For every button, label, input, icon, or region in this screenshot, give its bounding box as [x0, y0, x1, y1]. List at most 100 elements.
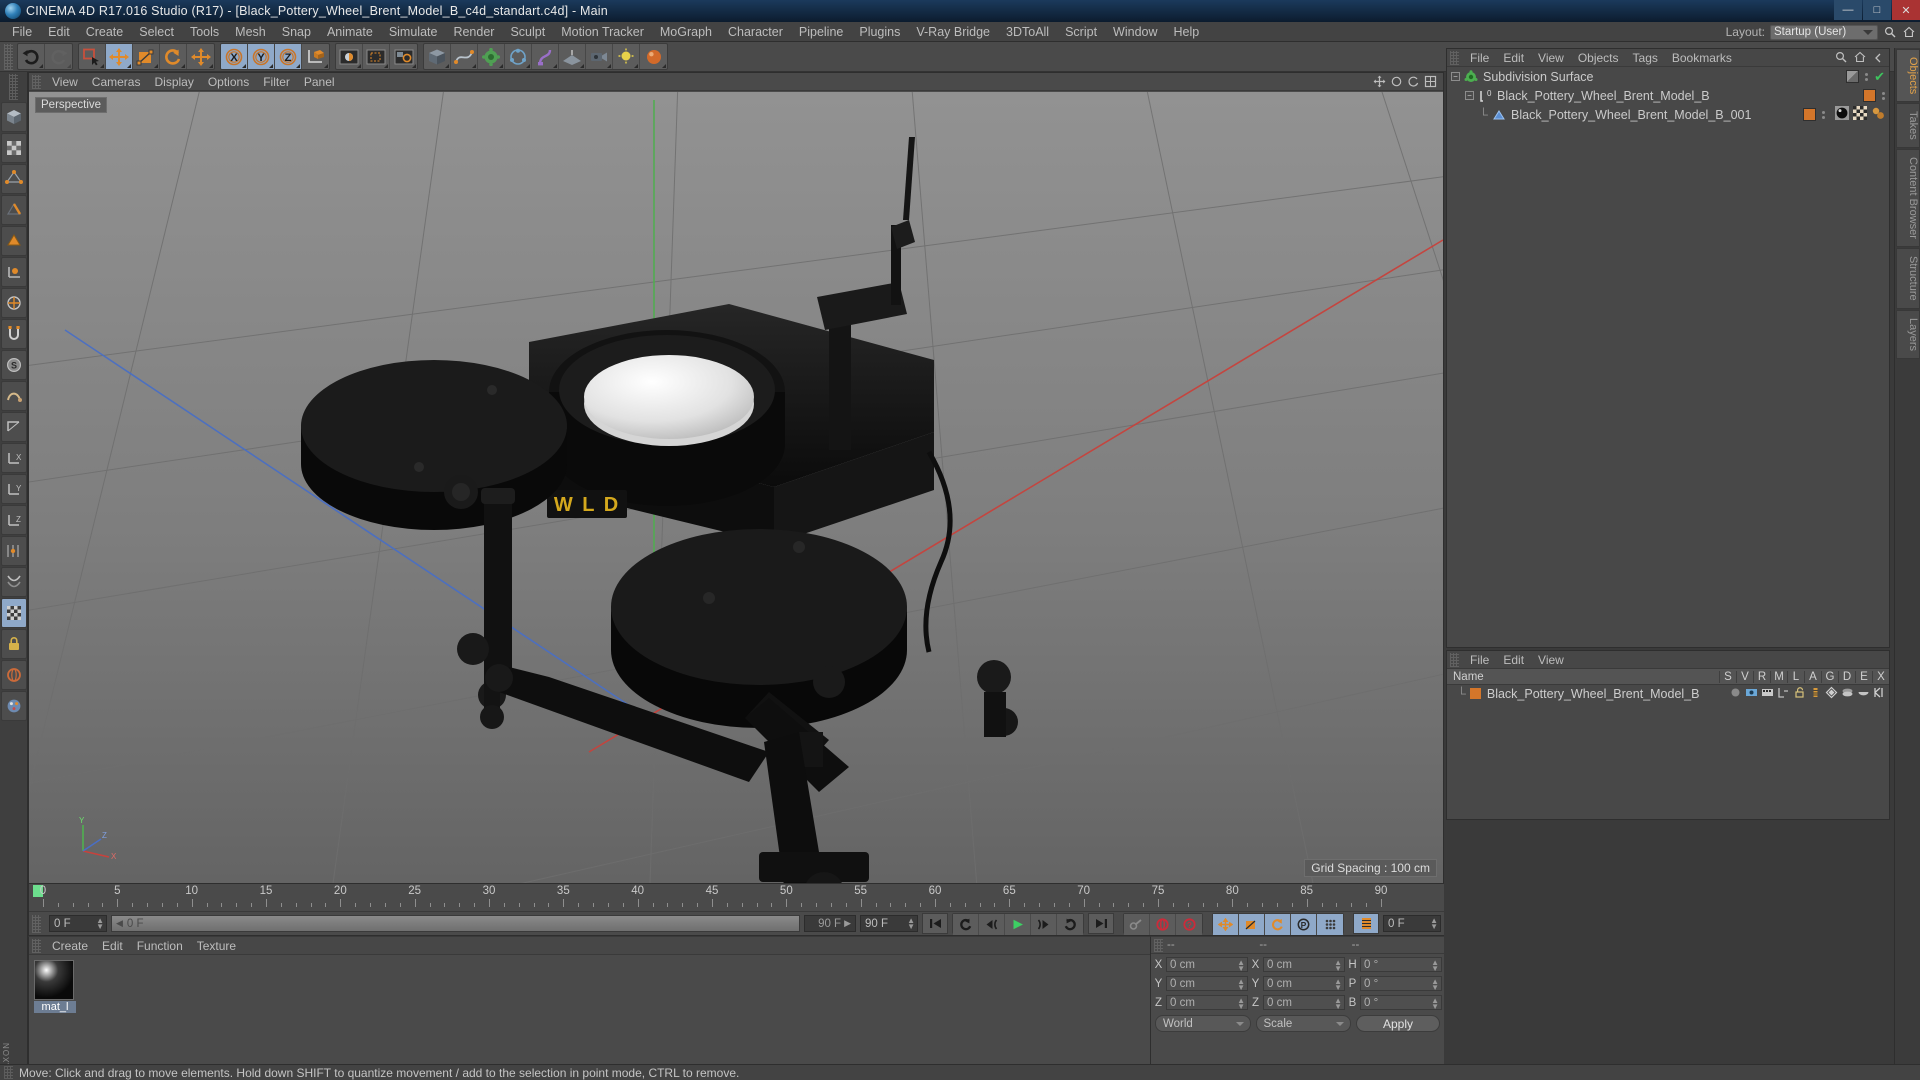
stepper-icon[interactable]: ▲ ▼ [1237, 997, 1245, 1011]
position-x-field[interactable]: 0 cm ▲ ▼ [1166, 957, 1248, 973]
go-to-end-icon[interactable] [1088, 913, 1114, 934]
menu-tools[interactable]: Tools [182, 23, 227, 41]
scale-tool-icon[interactable] [133, 44, 160, 69]
attribute-menu-grip[interactable] [1450, 652, 1459, 667]
size-x-field[interactable]: 0 cm ▲ ▼ [1263, 957, 1345, 973]
previous-frame-icon[interactable] [979, 914, 1005, 935]
minimize-button[interactable]: — [1834, 0, 1862, 20]
render-toggle-icon[interactable] [1761, 686, 1774, 702]
viewport-3d-canvas[interactable]: W L D Perspective Grid Spacing: 100 cm … [29, 92, 1443, 883]
material-menu-texture[interactable]: Texture [190, 937, 243, 955]
menu-mograph[interactable]: MoGraph [652, 23, 720, 41]
uvw-tag[interactable] [1853, 106, 1867, 123]
rotate-tool-icon[interactable] [160, 44, 187, 69]
menu-3dtoall[interactable]: 3DToAll [998, 23, 1057, 41]
stepper-icon[interactable]: ▲ ▼ [1431, 997, 1439, 1011]
stepper-icon[interactable]: ▲ ▼ [1431, 959, 1439, 973]
spline-pen-icon[interactable] [451, 44, 478, 69]
material-preview[interactable] [34, 960, 74, 1000]
menu-select[interactable]: Select [131, 23, 182, 41]
menu-mesh[interactable]: Mesh [227, 23, 274, 41]
search-icon[interactable] [1883, 25, 1897, 39]
layout-select[interactable]: Startup (User) [1770, 24, 1878, 40]
object-menu-edit[interactable]: Edit [1496, 49, 1531, 67]
menu-simulate[interactable]: Simulate [381, 23, 446, 41]
point-level-anim-icon[interactable] [1317, 914, 1343, 935]
render-settings-icon[interactable] [390, 44, 417, 69]
play-backwards-icon[interactable] [953, 914, 979, 935]
rotation-b-field[interactable]: 0 ° ▲ ▼ [1360, 995, 1442, 1011]
attribute-column-s[interactable]: S [1719, 670, 1736, 683]
material-menu-grip[interactable] [32, 938, 41, 953]
timeline-window-icon[interactable] [1353, 913, 1379, 934]
object-tree[interactable]: − Subdivision Surface ✔ −0 Black_Pottery_Whe… [1447, 67, 1889, 124]
play-loop-icon[interactable] [1057, 914, 1083, 935]
object-menu-tags[interactable]: Tags [1626, 49, 1665, 67]
attribute-column-x[interactable]: X [1872, 670, 1889, 683]
attribute-rows[interactable]: └ Black_Pottery_Wheel_Brent_Model_B [1447, 685, 1889, 702]
array-icon[interactable] [505, 44, 532, 69]
stepper-icon[interactable]: ▲ ▼ [907, 917, 915, 931]
menu-file[interactable]: File [4, 23, 40, 41]
viewport-menu-display[interactable]: Display [147, 73, 200, 91]
x-axis-icon[interactable]: X [221, 44, 248, 69]
solo-toggle-icon[interactable] [1729, 686, 1742, 702]
attribute-column-v[interactable]: V [1736, 670, 1753, 683]
stepper-icon[interactable]: ▲ ▼ [1237, 978, 1245, 992]
camera-icon[interactable] [586, 44, 613, 69]
object-dots-icon[interactable] [1882, 91, 1885, 100]
attribute-column-d[interactable]: D [1838, 670, 1855, 683]
menu-render[interactable]: Render [445, 23, 502, 41]
viewport-menu-options[interactable]: Options [201, 73, 256, 91]
viewport-menu-view[interactable]: View [45, 73, 85, 91]
light-icon[interactable] [613, 44, 640, 69]
keyframe-selection-icon[interactable]: ? [1176, 914, 1202, 935]
param-key-icon[interactable]: P [1291, 914, 1317, 935]
rotation-key-icon[interactable] [1265, 914, 1291, 935]
world-object-coord-icon[interactable] [302, 44, 329, 69]
right-frame-field[interactable]: 0 F ▲ ▼ [1383, 915, 1441, 932]
enabled-checkmark-icon[interactable]: ✔ [1874, 69, 1885, 85]
edge-mode-icon[interactable] [1, 195, 27, 225]
material-icon[interactable] [640, 44, 667, 69]
move-tool-icon[interactable] [106, 44, 133, 69]
position-y-field[interactable]: 0 cm ▲ ▼ [1166, 976, 1248, 992]
menu-pipeline[interactable]: Pipeline [791, 23, 851, 41]
rotation-h-field[interactable]: 0 ° ▲ ▼ [1360, 957, 1442, 973]
object-tree-row[interactable]: └ Black_Pottery_Wheel_Brent_Model_B_001 [1447, 105, 1889, 124]
stepper-icon[interactable]: ▲ ▼ [1430, 917, 1438, 931]
floor-scene-icon[interactable] [559, 44, 586, 69]
texture-tile-icon[interactable] [1, 598, 27, 628]
attribute-column-e[interactable]: E [1855, 670, 1872, 683]
menu-snap[interactable]: Snap [274, 23, 319, 41]
maximize-button[interactable]: □ [1863, 0, 1891, 20]
dock-tab-content-browser[interactable]: Content Browser [1896, 149, 1920, 247]
object-visibility-tag[interactable] [1846, 70, 1860, 83]
measure-icon[interactable] [1, 412, 27, 442]
menu-character[interactable]: Character [720, 23, 791, 41]
expression-toggle-icon[interactable] [1857, 686, 1870, 702]
object-menu-file[interactable]: File [1463, 49, 1496, 67]
left-palette-grip[interactable] [9, 74, 18, 100]
record-active-objects-icon[interactable] [1150, 914, 1176, 935]
close-button[interactable]: ✕ [1892, 0, 1920, 20]
stepper-icon[interactable]: ▲ ▼ [1237, 959, 1245, 973]
attribute-column-l[interactable]: L [1787, 670, 1804, 683]
current-frame-field[interactable]: 0 F ▲ ▼ [49, 915, 107, 932]
cube-icon[interactable] [424, 44, 451, 69]
stepper-icon[interactable]: ▲ ▼ [1334, 959, 1342, 973]
y-axis-icon[interactable]: Y [248, 44, 275, 69]
lock-icon[interactable] [1, 629, 27, 659]
visible-toggle-icon[interactable] [1745, 686, 1758, 702]
next-frame-icon[interactable] [1031, 914, 1057, 935]
transform-mode-select[interactable]: Scale [1255, 1015, 1351, 1032]
object-dots-icon[interactable] [1865, 72, 1869, 81]
menu-v-ray-bridge[interactable]: V-Ray Bridge [908, 23, 998, 41]
point-mode-icon[interactable] [1, 164, 27, 194]
generator-toggle-icon[interactable] [1825, 686, 1838, 702]
toolbar-grip[interactable] [4, 43, 13, 70]
menu-script[interactable]: Script [1057, 23, 1105, 41]
object-menu-objects[interactable]: Objects [1571, 49, 1626, 67]
bend-deformer-icon[interactable] [532, 44, 559, 69]
deformer-toggle-icon[interactable] [1, 567, 27, 597]
